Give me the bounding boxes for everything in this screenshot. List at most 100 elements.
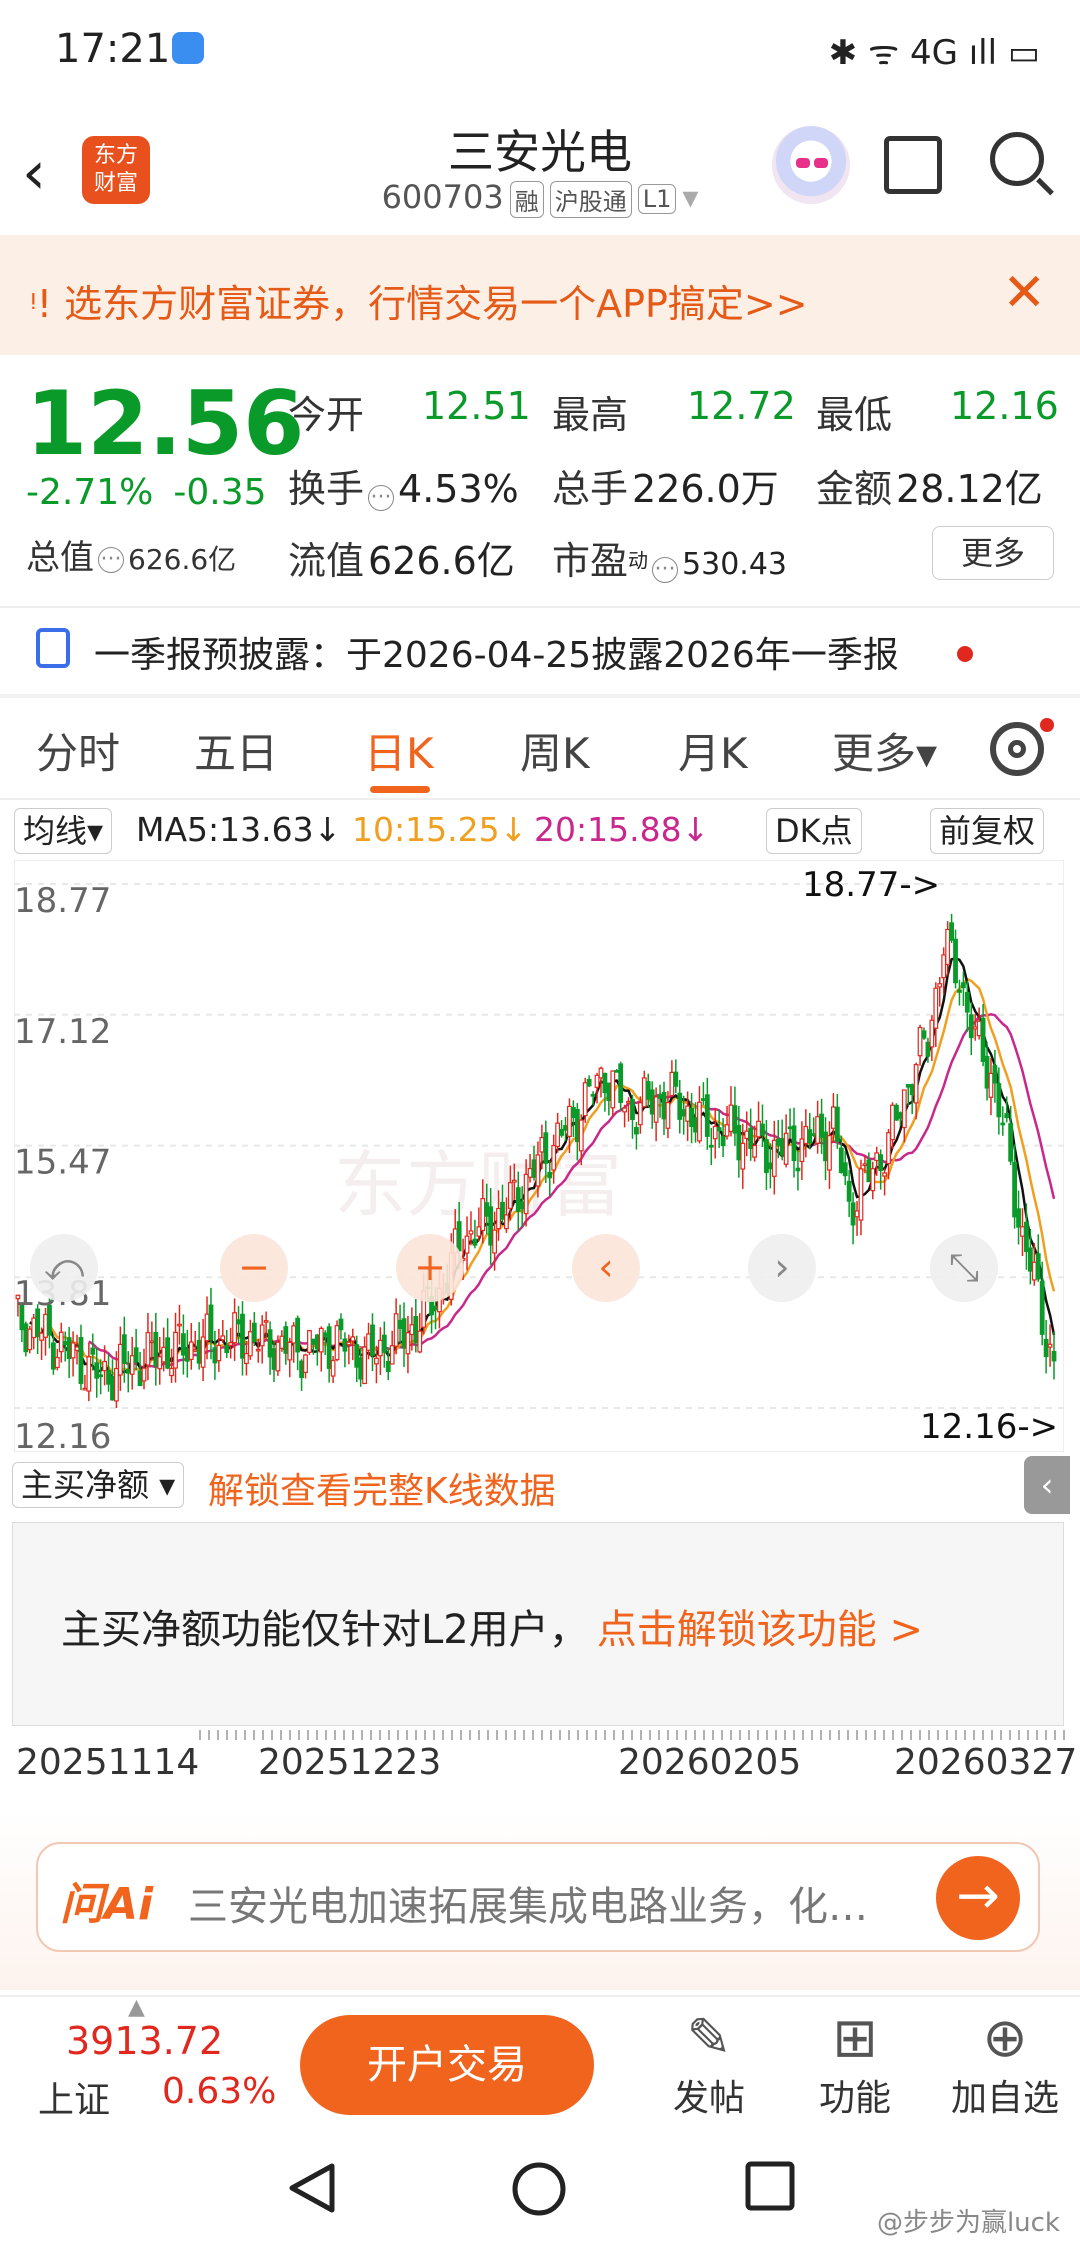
kline-chart[interactable]: 东方财富 18.7717.1215.4713.8112.16 18.77-> 1… <box>14 860 1064 1452</box>
candle-down <box>748 1127 754 1150</box>
candle-up <box>200 1336 206 1368</box>
add-watch-button[interactable]: ⊕ 加自选 <box>950 2007 1060 2121</box>
candle-down <box>949 922 954 941</box>
tab-more[interactable]: 更多▾ <box>832 720 937 781</box>
bottom-toolbar: ▲ 3913.72 上证 0.63% 开户交易 ✎ 发帖 ⊞ 功能 ⊕ 加自选 <box>0 1995 1080 2132</box>
candle-up <box>58 1331 64 1353</box>
candle-down <box>153 1331 159 1367</box>
candle-down <box>1012 1161 1018 1218</box>
candle-down <box>271 1348 277 1370</box>
candle-down <box>1027 1247 1033 1272</box>
candle-up <box>669 1071 675 1097</box>
low-value: 12.16 <box>950 384 1059 428</box>
candle-down <box>283 1326 289 1354</box>
recents-nav-icon[interactable] <box>744 2160 796 2212</box>
post-button[interactable]: ✎ 发帖 <box>654 2007 764 2121</box>
unlock-feature-link[interactable]: 点击解锁该功能 > <box>597 1607 923 1653</box>
candle-down <box>78 1337 84 1384</box>
candle-down <box>574 1108 580 1143</box>
info-icon[interactable]: ··· <box>652 556 679 583</box>
ma20-label: 20:15.88↓ <box>534 810 710 849</box>
clock: 17:21 <box>55 26 171 72</box>
back-nav-icon[interactable] <box>284 2160 340 2216</box>
candle-up <box>117 1343 123 1376</box>
ai-ask-bar[interactable]: 问Ai 三安光电加速拓展集成电路业务，化… → <box>36 1842 1040 1952</box>
arrow-right-icon[interactable]: → <box>936 1856 1020 1940</box>
ai-robot-icon[interactable] <box>772 126 850 204</box>
unlock-link[interactable]: 解锁查看完整K线数据 <box>208 1462 556 1514</box>
adjust-button[interactable]: 前复权 <box>930 808 1045 854</box>
earnings-notice[interactable]: 一季报预披露：于2026-04-25披露2026年一季报 <box>0 610 1080 692</box>
candle-up <box>114 1368 119 1402</box>
candle-up <box>177 1323 182 1327</box>
float-label: 流值 <box>288 539 365 583</box>
candle-down <box>846 1180 852 1202</box>
share-icon[interactable] <box>884 136 942 194</box>
candle-up <box>972 1026 978 1030</box>
tab-daily-k[interactable]: 日K <box>364 720 434 781</box>
candle-down <box>456 1221 462 1252</box>
candle-up <box>307 1330 312 1353</box>
home-nav-icon[interactable] <box>510 2160 568 2218</box>
candle-up <box>275 1341 281 1372</box>
promo-text[interactable]: ᵎ! 选东方财富证券，行情交易一个APP搞定>> <box>30 273 808 328</box>
candle-down <box>878 1154 884 1171</box>
candle-down <box>413 1316 419 1344</box>
candle-down <box>791 1125 797 1162</box>
candle-down <box>700 1098 706 1101</box>
open-trade-button[interactable]: 开户交易 <box>300 2015 594 2115</box>
candle-down <box>960 982 966 989</box>
close-icon[interactable]: ✕ <box>1002 263 1046 323</box>
index-percent[interactable]: 0.63% <box>162 2071 276 2112</box>
candle-down <box>90 1347 96 1355</box>
functions-button[interactable]: ⊞ 功能 <box>800 2007 910 2121</box>
chart-control-icon: › <box>774 1245 789 1289</box>
candle-down <box>1035 1253 1041 1280</box>
more-button[interactable]: 更多 <box>932 526 1054 580</box>
candle-up <box>882 1172 888 1177</box>
index-name[interactable]: 上证 <box>38 2071 110 2123</box>
open-label: 今开 <box>288 393 365 437</box>
candle-down <box>106 1370 111 1385</box>
candle-up <box>86 1356 92 1392</box>
amount-label: 金额 <box>816 467 893 511</box>
candle-up <box>799 1138 805 1163</box>
indicator-select[interactable]: 均线▾ <box>14 808 113 854</box>
indicator-row: 主买净额 ▾ 解锁查看完整K线数据 <box>0 1452 1080 1518</box>
caret-up-icon[interactable]: ▲ <box>128 1995 145 2020</box>
search-icon[interactable] <box>990 132 1044 186</box>
l2-message-text: 主买净额功能仅针对L2用户， <box>61 1607 589 1653</box>
candle-up <box>890 1104 895 1141</box>
divider <box>0 694 1080 698</box>
dk-point-button[interactable]: DK点 <box>766 808 862 854</box>
candle-down <box>819 1113 824 1138</box>
tab-five-day[interactable]: 五日 <box>194 720 278 781</box>
candle-down <box>842 1162 848 1177</box>
collapse-icon[interactable]: ‹ <box>1024 1456 1070 1514</box>
ai-query[interactable]: 三安光电加速拓展集成电路业务，化… <box>188 1874 868 1932</box>
candle-up <box>929 1019 935 1048</box>
gear-icon[interactable] <box>990 722 1044 776</box>
indicator-select[interactable]: 主买净额 ▾ <box>12 1462 185 1508</box>
candle-down <box>208 1304 214 1341</box>
info-icon[interactable]: ··· <box>98 546 124 573</box>
candle-down <box>484 1202 490 1217</box>
candle-down <box>850 1202 856 1226</box>
market-cap: 总值 ··· 626.6亿 <box>26 530 236 579</box>
tab-monthly-k[interactable]: 月K <box>678 720 748 781</box>
candle-up <box>279 1335 285 1349</box>
candle-down <box>251 1322 257 1342</box>
info-icon[interactable]: ··· <box>368 484 395 511</box>
pe-label: 市盈 <box>552 539 629 583</box>
index-value[interactable]: 3913.72 <box>66 2019 223 2063</box>
candle-down <box>570 1107 576 1119</box>
tab-weekly-k[interactable]: 周K <box>520 720 590 781</box>
notice-text[interactable]: 一季报预披露：于2026-04-25披露2026年一季报 <box>94 626 899 678</box>
candle-up <box>937 983 943 988</box>
candle-down <box>720 1136 726 1147</box>
volume-label: 总手 <box>552 467 629 511</box>
candle-down <box>953 938 958 984</box>
promo-banner[interactable]: ᵎ! 选东方财富证券，行情交易一个APP搞定>> ✕ <box>0 235 1080 355</box>
tag-level: L1 <box>637 184 677 214</box>
tab-intraday[interactable]: 分时 <box>36 720 120 781</box>
